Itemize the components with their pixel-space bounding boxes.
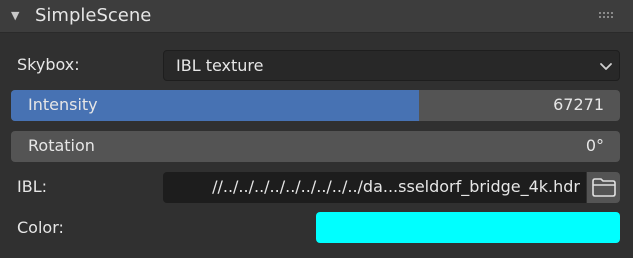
- ibl-label: IBL:: [17, 177, 47, 196]
- rotation-value: 0°: [585, 136, 604, 155]
- rotation-label: Rotation: [28, 136, 95, 155]
- intensity-label: Intensity: [28, 95, 98, 114]
- folder-icon: [592, 178, 616, 197]
- skybox-label: Skybox:: [17, 55, 80, 74]
- color-swatch[interactable]: [316, 212, 620, 243]
- skybox-dropdown[interactable]: IBL texture: [163, 50, 620, 81]
- skybox-selected-value: IBL texture: [176, 56, 264, 75]
- grip-dots-icon[interactable]: [599, 12, 615, 21]
- triangle-down-icon[interactable]: ▼: [11, 8, 23, 24]
- intensity-slider[interactable]: Intensity 67271: [11, 90, 620, 121]
- rotation-slider[interactable]: Rotation 0°: [11, 131, 620, 162]
- browse-file-button[interactable]: [587, 172, 620, 203]
- ibl-path-value: //../../../../../../../../../da...sseldo…: [212, 177, 580, 196]
- panel-title: SimpleScene: [35, 5, 152, 26]
- simplescene-panel: ▼ SimpleScene Skybox: IBL texture Intens…: [0, 0, 633, 258]
- color-label: Color:: [17, 218, 64, 237]
- ibl-path-field[interactable]: //../../../../../../../../../da...sseldo…: [163, 172, 586, 203]
- panel-header[interactable]: ▼ SimpleScene: [0, 0, 633, 33]
- chevron-down-icon: [600, 63, 612, 70]
- intensity-value: 67271: [553, 95, 604, 114]
